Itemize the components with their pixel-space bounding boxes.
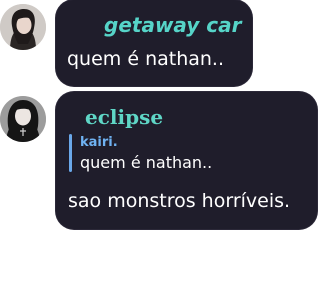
avatar[interactable] — [0, 4, 46, 50]
message-author[interactable]: getaway car — [104, 13, 242, 37]
message-text: quem é nathan.. — [67, 48, 225, 70]
user-avatar-icon — [0, 96, 46, 142]
reply-text[interactable]: quem é nathan.. — [80, 153, 212, 172]
message-author[interactable]: eclipse — [85, 105, 163, 129]
avatar[interactable] — [0, 96, 46, 142]
reply-quote-bar — [69, 134, 72, 172]
chat-screen: getaway car quem é nathan.. eclipse kair… — [0, 0, 320, 281]
reply-author[interactable]: kairi. — [80, 135, 118, 150]
message-bubble[interactable]: eclipse kairi. quem é nathan.. sao monst… — [56, 92, 317, 229]
message-text: sao monstros horríveis. — [68, 190, 291, 212]
message-bubble[interactable]: getaway car quem é nathan.. — [56, 0, 252, 86]
user-avatar-icon — [0, 4, 46, 50]
